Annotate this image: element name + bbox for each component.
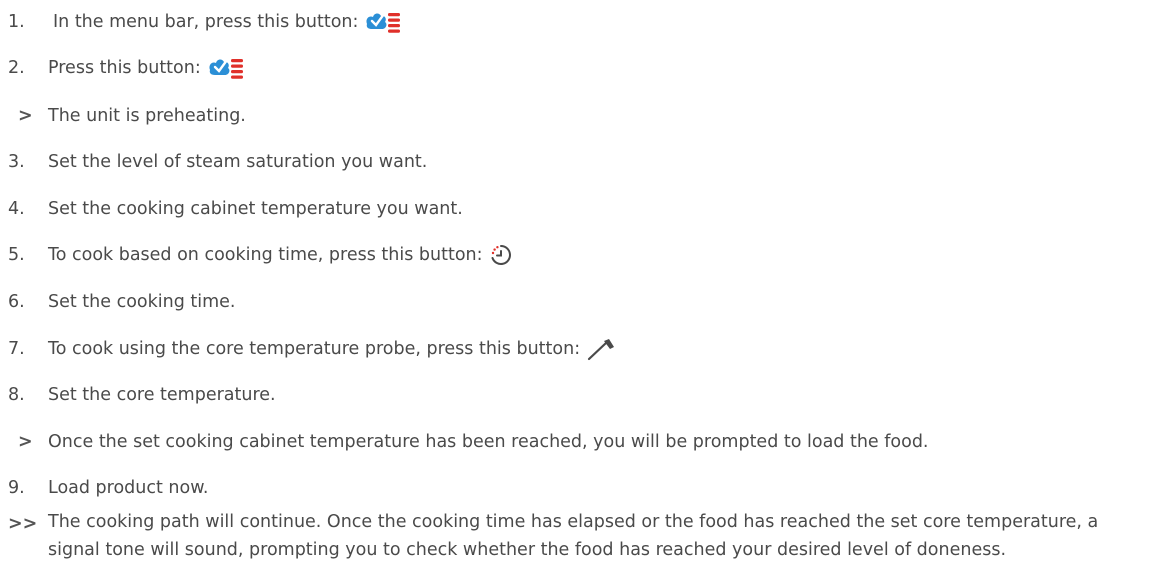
result-text: Once the set cooking cabinet temperature… xyxy=(48,432,929,452)
timer-icon xyxy=(491,245,511,265)
step-6: 6. Set the cooking time. xyxy=(0,289,1154,315)
step-text: In the menu bar, press this button: xyxy=(53,10,1124,34)
step-text: Set the cooking cabinet temperature you … xyxy=(48,199,463,219)
step-marker: 6. xyxy=(8,292,25,312)
result-marker: > xyxy=(18,432,33,452)
step-marker: 2. xyxy=(8,58,25,78)
result-marker: > xyxy=(18,106,33,126)
step-2: 2. Press this button: xyxy=(0,55,1154,81)
step-8: 8. Set the core temperature. xyxy=(0,382,1154,408)
step-4: 4. Set the cooking cabinet temperature y… xyxy=(0,196,1154,222)
steam-combi-icon xyxy=(366,12,401,33)
step-text: Press this button: xyxy=(48,56,1124,80)
result-load-prompt: > Once the set cooking cabinet temperatu… xyxy=(0,429,1154,455)
result-preheating: > The unit is preheating. xyxy=(0,103,1154,129)
step-text: To cook based on cooking time, press thi… xyxy=(48,243,1124,267)
step-text: Set the level of steam saturation you wa… xyxy=(48,152,428,172)
step-1-label: In the menu bar, press this button: xyxy=(53,12,359,32)
step-7-label: To cook using the core temperature probe… xyxy=(48,339,581,359)
step-7: 7. To cook using the core temperature pr… xyxy=(0,336,1154,362)
step-9: 9. Load product now. xyxy=(0,475,1154,501)
step-marker: 8. xyxy=(8,385,25,405)
steam-combi-icon xyxy=(209,58,243,79)
result-text: The cooking path will continue. Once the… xyxy=(48,512,1099,560)
result-marker: >> xyxy=(8,514,38,534)
step-marker: 7. xyxy=(8,339,25,359)
step-2-label: Press this button: xyxy=(48,58,201,78)
step-3: 3. Set the level of steam saturation you… xyxy=(0,149,1154,175)
step-1: 1. In the menu bar, press this button: xyxy=(0,9,1154,35)
step-marker: 3. xyxy=(8,152,25,172)
step-5: 5. To cook based on cooking time, press … xyxy=(0,242,1154,268)
step-marker: 9. xyxy=(8,478,25,498)
step-marker: 4. xyxy=(8,199,25,219)
step-text: Set the cooking time. xyxy=(48,292,236,312)
instruction-document: 1. In the menu bar, press this button: 2… xyxy=(0,0,1154,579)
step-text: Load product now. xyxy=(48,478,209,498)
step-text: Set the core temperature. xyxy=(48,385,276,405)
step-text: To cook using the core temperature probe… xyxy=(48,337,1124,361)
step-5-label: To cook based on cooking time, press thi… xyxy=(48,245,483,265)
core-probe-icon xyxy=(587,339,615,361)
step-marker: 1. xyxy=(8,12,25,32)
result-text: The unit is preheating. xyxy=(48,106,246,126)
step-marker: 5. xyxy=(8,245,25,265)
